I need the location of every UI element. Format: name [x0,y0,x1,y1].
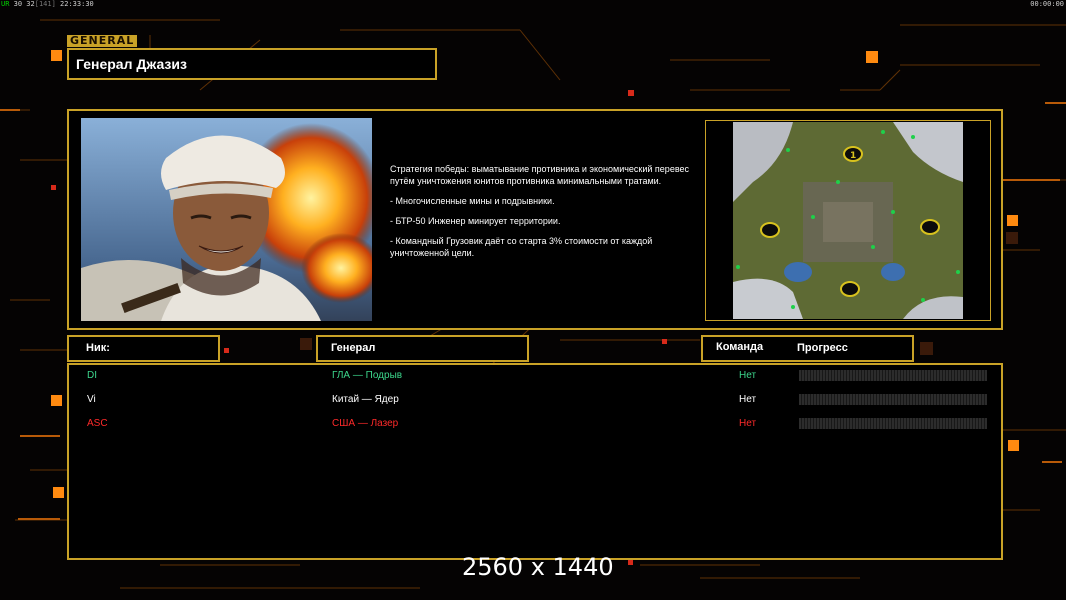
player-row[interactable]: DI ГЛА — Подрыв Нет [69,367,1001,387]
player-progress-bar [799,370,987,381]
general-title-box: Генерал Джазиз [67,48,437,80]
status-bracket: [141] [34,0,56,8]
col-progress-label: Прогресс [797,342,848,354]
feature-mines: - Многочисленные мины и подрывники. [390,196,555,206]
col-nick-label: Ник: [86,342,110,354]
feature-btr: - БТР-50 Инженер минирует территории. [390,216,561,226]
player-row[interactable]: Vi Китай — Ядер Нет [69,391,1001,411]
minimap-frame: 1 [705,120,991,321]
col-header-general: Генерал [316,335,529,362]
minimap: 1 [733,122,963,319]
general-info-panel: Стратегия победы: выматывание противника… [67,109,1003,330]
players-panel: DI ГЛА — Подрыв Нет Vi Китай — Ядер Нет … [67,363,1003,560]
col-header-team-progress: Команда Прогресс [701,335,914,362]
player-team: Нет [739,370,757,381]
general-name: Генерал Джазиз [76,56,187,72]
player-nick: DI [87,370,97,381]
col-header-nick: Ник: [67,335,220,362]
strategy-text: Стратегия победы: выматывание противника… [390,164,690,186]
status-clock: 22:33:30 [60,0,94,8]
col-team-label: Команда [716,341,764,353]
col-general-label: Генерал [331,342,376,354]
resolution-watermark: 2560 x 1440 [462,553,614,581]
player-progress-bar [799,394,987,405]
player-general: ГЛА — Подрыв [332,370,403,381]
status-counts: 30 32 [13,0,35,8]
status-bar-left: UR 30 32[141] 22:33:30 [1,0,94,8]
player-team: Нет [739,394,757,405]
general-description: Стратегия победы: выматывание противника… [390,163,700,267]
player-row[interactable]: ASC США — Лазер Нет [69,415,1001,435]
player-team: Нет [739,418,757,429]
player-general: США — Лазер [332,418,399,429]
general-portrait [81,118,372,321]
minimap-start-label: 1 [850,151,856,161]
general-tag: GENERAL [67,35,138,47]
status-lead: UR [1,0,10,8]
player-nick: ASC [87,418,108,429]
status-timer: 00:00:00 [1030,0,1064,8]
player-general: Китай — Ядер [332,394,399,405]
player-progress-bar [799,418,987,429]
player-nick: Vi [87,394,96,405]
feature-truck: - Командный Грузовик даёт со старта 3% с… [390,236,653,258]
